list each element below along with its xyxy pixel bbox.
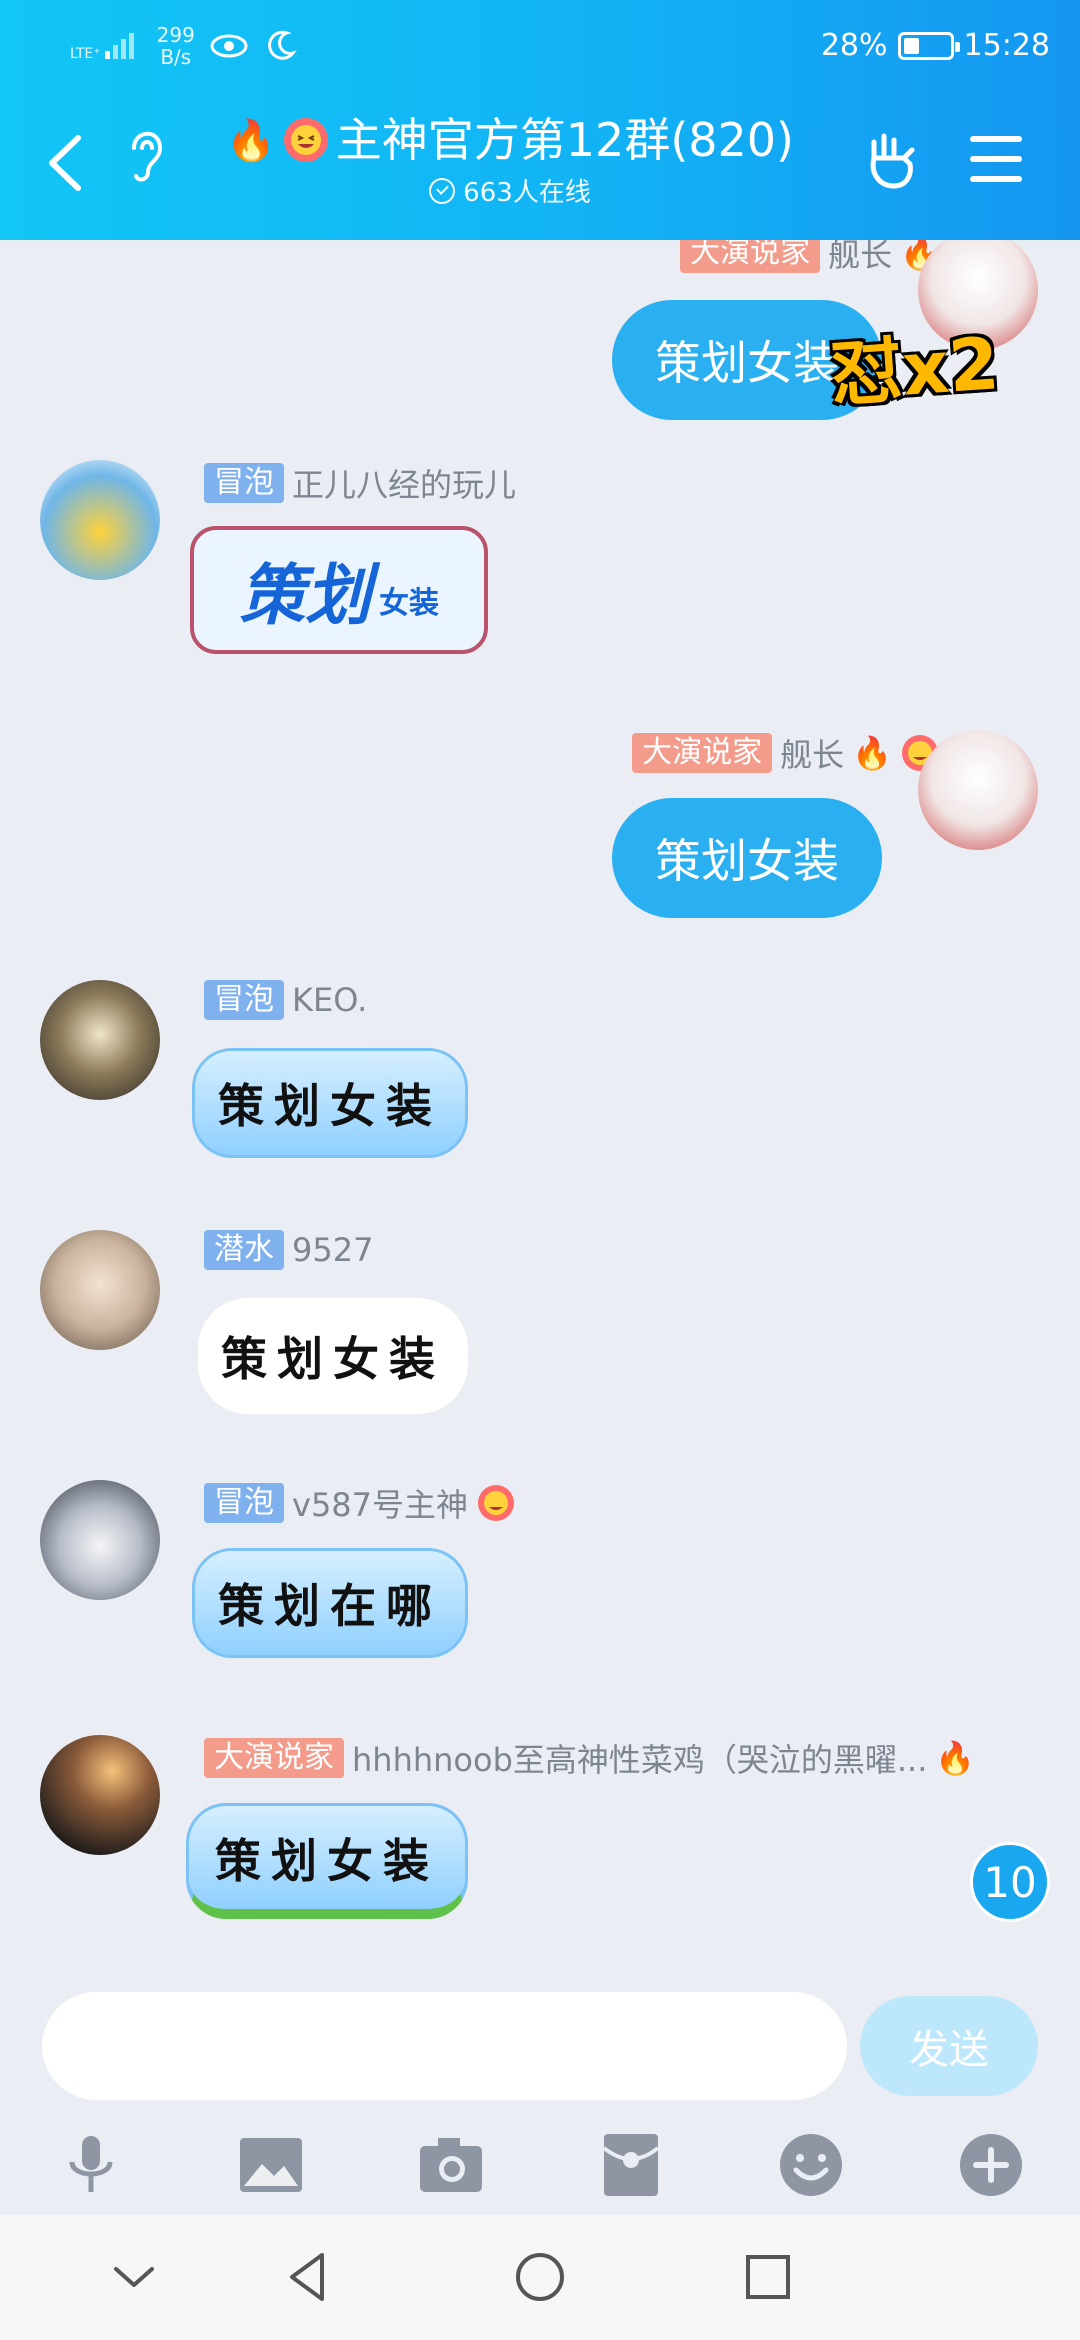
plus-icon[interactable] <box>956 2130 1026 2200</box>
nav-recents-icon[interactable] <box>736 2245 800 2309</box>
combo-sticker: 怼x2 <box>827 321 1002 417</box>
group-title: 主神官方第12群(820) <box>335 113 795 167</box>
message-item: 冒泡 KEO. 策划女装 <box>0 980 1080 1180</box>
message-list[interactable]: 大演说家 舰长 🔥 策划女装 怼x2 冒泡 正儿八经的玩儿 策划 女装 大演说家… <box>0 240 1080 1980</box>
laughing-face-icon <box>283 118 328 162</box>
message-item: 潜水 9527 策划女装 <box>0 1230 1080 1430</box>
system-nav-bar <box>0 2215 1080 2340</box>
status-bar: LTE⁺ 299 B/s 28% 15:28 <box>0 18 1080 78</box>
camera-icon[interactable] <box>416 2130 486 2200</box>
message-text: 策划在哪 <box>218 1579 442 1633</box>
message-text-small: 女装 <box>379 586 439 621</box>
emoji-icon[interactable] <box>776 2130 846 2200</box>
clock: 15:28 <box>963 28 1050 63</box>
laughing-face-icon <box>478 1485 515 1521</box>
sender-name: v587号主神 <box>292 1486 469 1524</box>
online-count: 663人在线 <box>463 178 591 208</box>
network-speed: 299 B/s <box>157 24 195 68</box>
nav-back-icon[interactable] <box>278 2245 342 2309</box>
battery-percent: 28% <box>820 28 888 63</box>
input-area: 发送 <box>0 1980 1080 2215</box>
avatar[interactable] <box>40 460 160 580</box>
sender-name: KEO. <box>292 981 368 1019</box>
sender-tag: 大演说家 <box>204 1738 344 1778</box>
status-right: 28% 15:28 <box>821 28 1050 63</box>
image-icon[interactable] <box>236 2130 306 2200</box>
message-bubble[interactable]: 策划女装 <box>198 1298 468 1414</box>
sender-tag: 冒泡 <box>204 463 284 503</box>
online-status: 663人在线 <box>190 172 830 209</box>
sender-name: 舰长 <box>828 240 893 274</box>
sender-name: 9527 <box>292 1231 374 1269</box>
sender-name: hhhhnoob至高神性菜鸡（哭泣的黑曜... <box>352 1741 928 1779</box>
message-text: 策划女装 <box>218 1079 442 1133</box>
sender-name: 正儿八经的玩儿 <box>292 466 517 504</box>
message-input[interactable] <box>42 1992 847 2100</box>
eye-icon <box>210 34 248 58</box>
message-bubble[interactable]: 策划 女装 <box>190 526 488 654</box>
unread-count-badge[interactable]: 10 <box>970 1842 1050 1922</box>
battery-icon <box>897 31 960 60</box>
avatar[interactable] <box>40 1735 160 1855</box>
message-item-self: 大演说家 舰长 🔥 策划女装 <box>0 730 1080 920</box>
fire-icon: 🔥 <box>935 1739 976 1777</box>
menu-icon[interactable] <box>970 136 1022 182</box>
signal-bars-icon <box>104 33 134 59</box>
chat-header: LTE⁺ 299 B/s 28% 15:28 🔥 主神官方第12群(820) 6… <box>0 0 1080 240</box>
sender-name: 舰长 <box>780 736 845 774</box>
sender-tag: 冒泡 <box>204 1483 284 1523</box>
message-item: 冒泡 正儿八经的玩儿 策划 女装 <box>0 460 1080 690</box>
title-area[interactable]: 🔥 主神官方第12群(820) 663人在线 <box>190 110 830 209</box>
avatar[interactable] <box>40 980 160 1100</box>
message-bubble[interactable]: 策划在哪 <box>192 1548 468 1658</box>
message-text: 策划女装 <box>655 336 839 390</box>
avatar[interactable] <box>918 730 1038 850</box>
online-check-icon <box>429 177 456 204</box>
fire-icon: 🔥 <box>852 734 892 772</box>
nav-home-icon[interactable] <box>508 2245 572 2309</box>
speed-unit: B/s <box>160 45 192 69</box>
message-text: 策划女装 <box>655 834 839 888</box>
sender-row: 冒泡 正儿八经的玩儿 <box>204 460 516 506</box>
red-packet-icon[interactable] <box>596 2130 666 2200</box>
message-text: 策划女装 <box>215 1833 439 1888</box>
avatar[interactable] <box>40 1230 160 1350</box>
message-bubble[interactable]: 策划女装 <box>186 1803 468 1919</box>
sender-row: 大演说家 舰长 🔥 <box>680 240 940 276</box>
moon-icon <box>267 30 297 60</box>
ear-icon[interactable] <box>120 118 170 188</box>
sender-row: 冒泡 KEO. <box>204 980 367 1020</box>
input-toolbar <box>0 2130 1080 2210</box>
message-item: 大演说家 hhhhnoob至高神性菜鸡（哭泣的黑曜... 🔥 策划女装 <box>0 1735 1080 1955</box>
hand-gesture-icon[interactable] <box>860 128 924 192</box>
sender-row: 潜水 9527 <box>204 1230 373 1270</box>
fire-icon: 🔥 <box>225 117 276 164</box>
sender-row: 大演说家 hhhhnoob至高神性菜鸡（哭泣的黑曜... 🔥 <box>204 1735 975 1781</box>
network-type: LTE⁺ <box>70 46 101 62</box>
sender-tag: 冒泡 <box>204 980 284 1020</box>
send-button[interactable]: 发送 <box>860 1996 1038 2096</box>
title-row: 🔥 主神官方第12群(820) <box>190 110 830 170</box>
message-item: 冒泡 v587号主神 策划在哪 <box>0 1480 1080 1680</box>
message-bubble[interactable]: 策划女装 <box>192 1048 468 1158</box>
avatar[interactable] <box>40 1480 160 1600</box>
chevron-down-icon[interactable] <box>102 2245 166 2309</box>
status-left: LTE⁺ 299 B/s <box>70 24 297 68</box>
speed-value: 299 <box>156 23 195 47</box>
message-text-big: 策划 <box>239 557 371 634</box>
message-item-self: 大演说家 舰长 🔥 策划女装 怼x2 <box>0 240 1080 420</box>
microphone-icon[interactable] <box>56 2130 126 2200</box>
sender-tag: 大演说家 <box>680 240 821 273</box>
message-text: 策划女装 <box>221 1332 445 1386</box>
sender-tag: 大演说家 <box>632 733 773 773</box>
message-bubble[interactable]: 策划女装 <box>612 798 882 918</box>
signal-icon: LTE⁺ <box>70 31 143 61</box>
sender-tag: 潜水 <box>204 1230 284 1270</box>
sender-row: 大演说家 舰长 🔥 <box>632 730 940 776</box>
back-arrow-icon[interactable] <box>40 128 90 198</box>
sender-row: 冒泡 v587号主神 <box>204 1480 516 1526</box>
